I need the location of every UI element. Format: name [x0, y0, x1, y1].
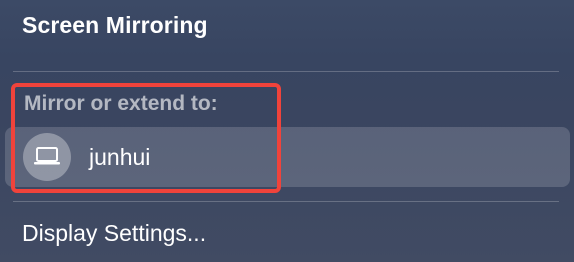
section-label: Mirror or extend to: [24, 92, 218, 115]
device-item-junhui[interactable]: junhui [5, 127, 570, 187]
laptop-icon [34, 147, 60, 165]
screen-mirroring-menu: Screen Mirroring Mirror or extend to: ju… [0, 0, 574, 262]
divider [13, 71, 559, 72]
display-settings-item[interactable]: Display Settings... [22, 220, 206, 247]
device-icon-background [23, 133, 71, 181]
menu-title: Screen Mirroring [22, 12, 208, 38]
device-name: junhui [89, 144, 151, 170]
divider [13, 201, 559, 202]
